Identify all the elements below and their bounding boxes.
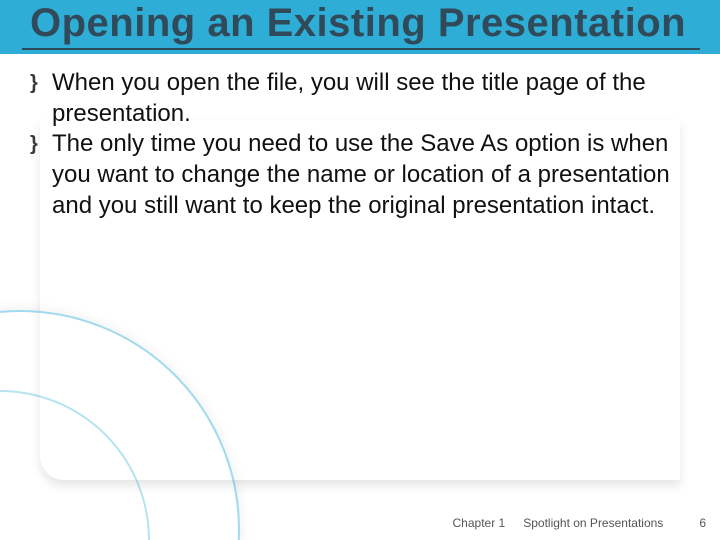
title-underline — [22, 48, 700, 50]
bullet-text: When you open the file, you will see the… — [52, 68, 692, 129]
slide-title: Opening an Existing Presentation — [0, 0, 720, 46]
bullet-text: The only time you need to use the Save A… — [52, 129, 692, 221]
footer-page-number: 6 — [699, 516, 706, 530]
bullet-icon: } — [30, 129, 52, 159]
body-area: } When you open the file, you will see t… — [0, 54, 720, 222]
title-band: Opening an Existing Presentation — [0, 0, 720, 54]
footer-book: Spotlight on Presentations — [523, 516, 663, 530]
footer-chapter: Chapter 1 — [453, 516, 506, 530]
bullet-icon: } — [30, 68, 52, 98]
slide: Opening an Existing Presentation } When … — [0, 0, 720, 540]
decorative-circle-outer — [0, 310, 240, 540]
decorative-circle-inner — [0, 390, 150, 540]
footer: Chapter 1 Spotlight on Presentations 6 — [453, 516, 706, 530]
list-item: } The only time you need to use the Save… — [30, 129, 692, 221]
list-item: } When you open the file, you will see t… — [30, 68, 692, 129]
